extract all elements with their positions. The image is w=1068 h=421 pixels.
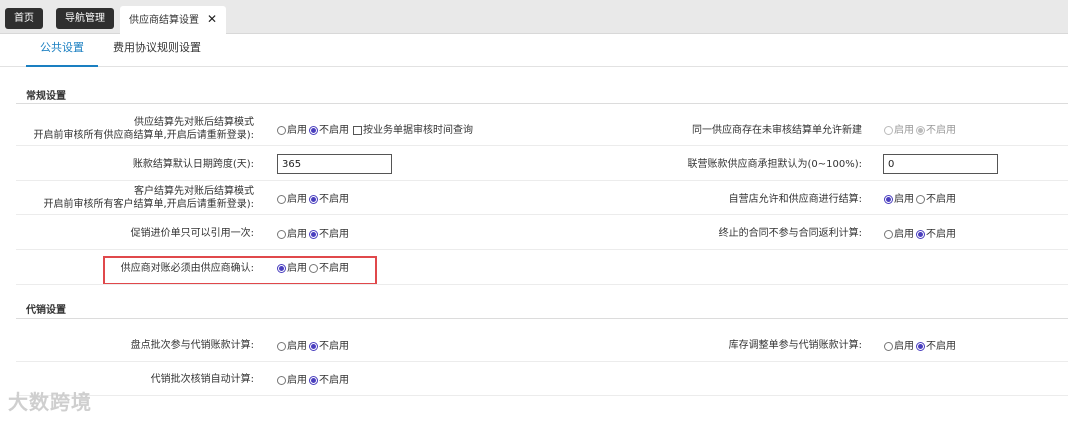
- section-title-general: 常规设置: [26, 91, 66, 102]
- label-supplier-confirm: 供应商对账必须由供应商确认:: [120, 263, 254, 274]
- option-label: 启用: [894, 125, 914, 136]
- supplier-settle-mode-disable-radio[interactable]: [309, 126, 318, 135]
- row-divider: [16, 145, 1068, 146]
- customer-settle-enable-radio[interactable]: [277, 195, 286, 204]
- self-store-disable-radio[interactable]: [916, 195, 925, 204]
- same-supplier-enable-radio[interactable]: [884, 126, 893, 135]
- stock-adjust-enable-radio[interactable]: [884, 342, 893, 351]
- row-divider: [16, 361, 1068, 362]
- option-label: 不启用: [926, 125, 956, 136]
- self-store-settle-options: 启用 不启用: [884, 193, 958, 206]
- promo-price-once-options: 启用 不启用: [277, 228, 351, 241]
- stock-adjust-disable-radio[interactable]: [916, 342, 925, 351]
- option-label: 不启用: [926, 229, 956, 240]
- supplier-settle-mode-enable-radio[interactable]: [277, 126, 286, 135]
- audit-time-query-label: 按业务单据审核时间查询: [363, 125, 473, 136]
- consign-batch-auto-options: 启用 不启用: [277, 374, 351, 387]
- option-label: 启用: [287, 125, 307, 136]
- consign-batch-enable-radio[interactable]: [277, 376, 286, 385]
- row-divider: [16, 180, 1068, 181]
- supplier-confirm-enable-radio[interactable]: [277, 264, 286, 273]
- terminated-contract-options: 启用 不启用: [884, 228, 958, 241]
- customer-settle-disable-radio[interactable]: [309, 195, 318, 204]
- settings-subtabs: 公共设置 费用协议规则设置: [0, 34, 1068, 67]
- option-label: 启用: [894, 229, 914, 240]
- same-supplier-unaudited-options: 启用 不启用: [884, 124, 958, 137]
- tab-nav-management-label: 导航管理: [65, 13, 105, 24]
- audit-time-query-checkbox[interactable]: [353, 126, 362, 135]
- default-date-span-input[interactable]: [277, 154, 392, 174]
- option-label: 不启用: [319, 375, 349, 386]
- label-supplier-settle-mode: 供应结算先对账后结算模式 开启前审核所有供应商结算单,开启后请重新登录):: [33, 117, 254, 141]
- label-customer-settle-mode: 客户结算先对账后结算模式 开启前审核所有客户结算单,开启后请重新登录):: [43, 186, 254, 210]
- supplier-confirm-options: 启用 不启用: [277, 262, 351, 275]
- option-label: 不启用: [319, 194, 349, 205]
- option-label: 启用: [287, 341, 307, 352]
- tab-nav-management[interactable]: 导航管理: [56, 8, 114, 29]
- subtab-fee-agreement-rules[interactable]: 费用协议规则设置: [113, 34, 201, 67]
- row-divider: [16, 395, 1068, 396]
- supplier-confirm-disable-radio[interactable]: [309, 264, 318, 273]
- promo-disable-radio[interactable]: [309, 230, 318, 239]
- label-terminated-contract: 终止的合同不参与合同返利计算:: [718, 228, 862, 239]
- row-divider: [16, 249, 1068, 250]
- label-promo-price-once: 促销进价单只可以引用一次:: [130, 228, 254, 239]
- self-store-enable-radio[interactable]: [884, 195, 893, 204]
- label-inventory-batch: 盘点批次参与代销账款计算:: [130, 340, 254, 351]
- consign-batch-disable-radio[interactable]: [309, 376, 318, 385]
- tab-supplier-settlement[interactable]: 供应商结算设置 ✕: [120, 6, 227, 34]
- option-label: 不启用: [926, 341, 956, 352]
- option-label: 启用: [287, 229, 307, 240]
- option-label: 启用: [894, 194, 914, 205]
- customer-settle-mode-options: 启用 不启用: [277, 193, 351, 206]
- tab-home-label: 首页: [14, 13, 34, 24]
- divider: [16, 103, 1068, 104]
- label-consign-batch-auto: 代销批次核销自动计算:: [150, 374, 254, 385]
- tab-home[interactable]: 首页: [5, 8, 43, 29]
- row-divider: [16, 214, 1068, 215]
- label-self-store-settle: 自营店允许和供应商进行结算:: [728, 194, 862, 205]
- tab-supplier-settlement-label: 供应商结算设置: [129, 15, 199, 26]
- section-title-consignment: 代销设置: [26, 305, 66, 316]
- terminated-disable-radio[interactable]: [916, 230, 925, 239]
- terminated-enable-radio[interactable]: [884, 230, 893, 239]
- option-label: 启用: [287, 263, 307, 274]
- supplier-settle-mode-options: 启用 不启用 按业务单据审核时间查询: [277, 124, 473, 137]
- option-label: 启用: [287, 194, 307, 205]
- divider: [16, 318, 1068, 319]
- watermark: 大数跨境: [8, 390, 92, 414]
- option-label: 启用: [287, 375, 307, 386]
- top-tab-bar: 首页 导航管理 供应商结算设置 ✕: [0, 0, 1068, 34]
- stock-adjust-options: 启用 不启用: [884, 340, 958, 353]
- option-label: 不启用: [926, 194, 956, 205]
- option-label: 不启用: [319, 341, 349, 352]
- label-same-supplier-unaudited: 同一供应商存在未审核结算单允许新建: [692, 125, 862, 136]
- option-label: 不启用: [319, 263, 349, 274]
- joint-default-ratio-input[interactable]: [883, 154, 998, 174]
- option-label: 不启用: [319, 125, 349, 136]
- label-default-date-span: 账款结算默认日期跨度(天):: [132, 159, 254, 170]
- promo-enable-radio[interactable]: [277, 230, 286, 239]
- label-stock-adjust: 库存调整单参与代销账款计算:: [728, 340, 862, 351]
- row-divider: [16, 284, 1068, 285]
- same-supplier-disable-radio[interactable]: [916, 126, 925, 135]
- inventory-batch-enable-radio[interactable]: [277, 342, 286, 351]
- option-label: 不启用: [319, 229, 349, 240]
- inventory-batch-disable-radio[interactable]: [309, 342, 318, 351]
- option-label: 启用: [894, 341, 914, 352]
- subtab-public-settings[interactable]: 公共设置: [26, 34, 98, 67]
- close-icon[interactable]: ✕: [207, 12, 217, 26]
- inventory-batch-options: 启用 不启用: [277, 340, 351, 353]
- label-joint-default-ratio: 联营账款供应商承担默认为(0~100%):: [687, 159, 862, 170]
